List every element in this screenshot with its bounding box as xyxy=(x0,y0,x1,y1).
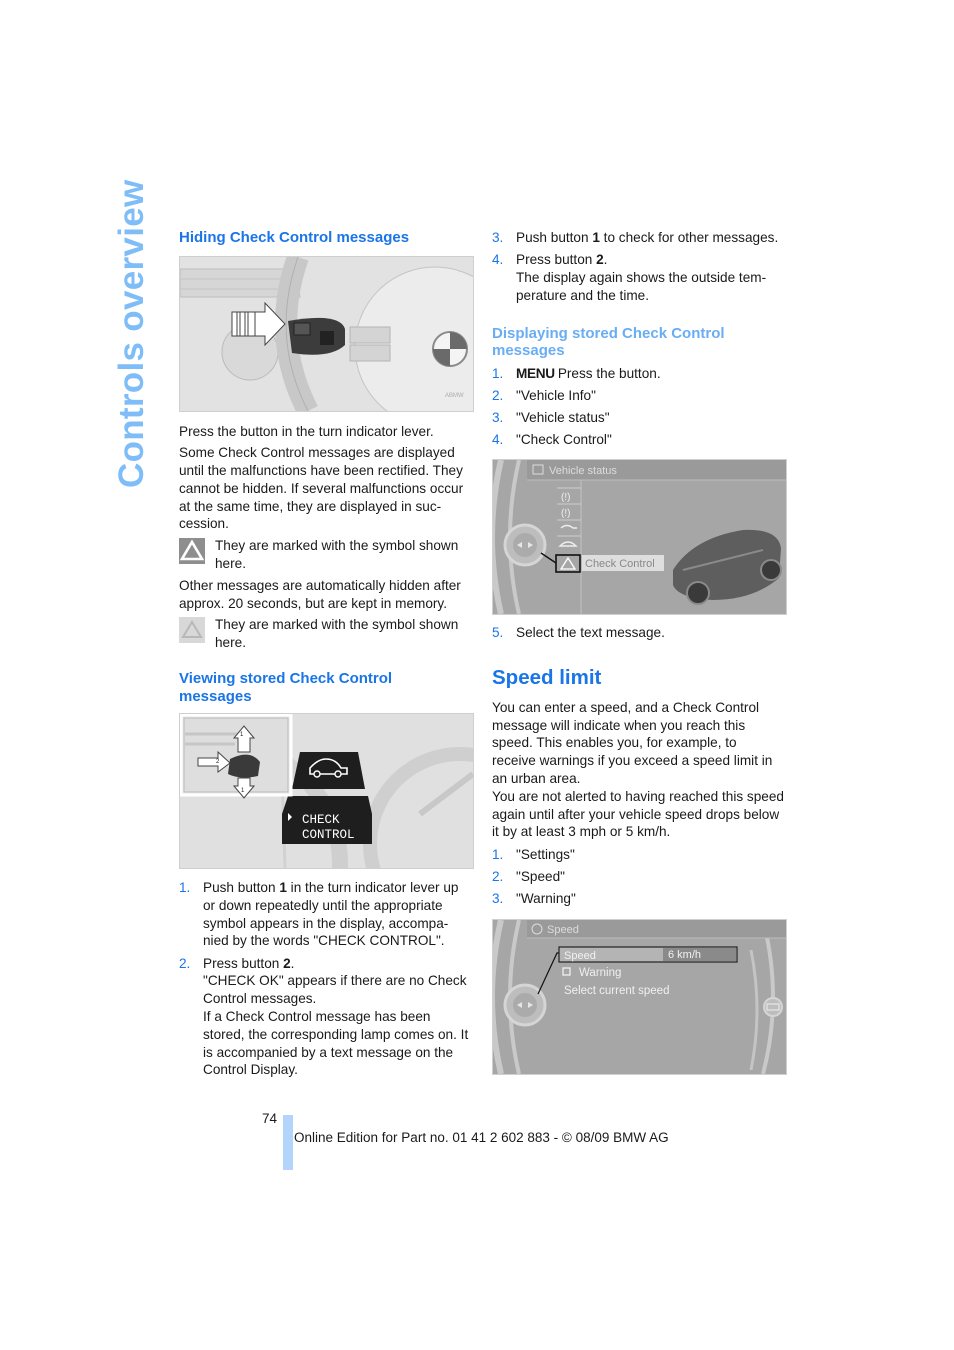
heading-speed-limit: Speed limit xyxy=(492,665,602,689)
para-speed-intro: You can enter a speed, and a Check Contr… xyxy=(492,699,773,786)
screen-warning-option: Warning xyxy=(579,967,621,979)
displaying-step5-list: 5. Select the text message. xyxy=(492,624,784,642)
svg-text:(!): (!) xyxy=(561,508,570,519)
button-ref: 1 xyxy=(592,230,600,245)
speed-step-2: 2. "Speed" xyxy=(492,868,784,886)
figure-speed-screen: Speed Speed 6 km/h Warning Select curren… xyxy=(492,919,787,1076)
screen-speed-label: Speed xyxy=(564,950,596,962)
step-number: 2. xyxy=(179,955,191,971)
page-number: 74 xyxy=(262,1111,278,1126)
step-text: Push button xyxy=(203,880,280,896)
symbol1-text: They are marked with the symbol shown he… xyxy=(215,538,459,572)
step-number: 1. xyxy=(179,880,191,896)
step-text: Press button xyxy=(516,252,597,268)
step-number: 3. xyxy=(492,409,504,425)
warning-triangle-light-icon xyxy=(179,617,205,644)
step-number: 4. xyxy=(492,432,504,448)
para-malfunctions: Some Check Control messages are displaye… xyxy=(179,445,464,532)
section-side-title: Controls overview xyxy=(112,179,151,488)
left-column: Hiding Check Control messages ABMW Press… xyxy=(179,229,474,1084)
figure-vehicle-status-screen: Vehicle status (!) (!) Check Control xyxy=(492,458,787,615)
speed-step-1: 1. "Settings" xyxy=(492,846,784,864)
step-text: "Vehicle Info" xyxy=(516,387,596,403)
menu-button-label: MENU xyxy=(516,365,555,381)
viewing-step-1: 1. Push button 1 in the turn indicator l… xyxy=(179,879,471,950)
step-text: to check for other messages. xyxy=(599,230,779,245)
displaying-step-1: 1. MENU Press the button. xyxy=(492,365,784,383)
step-text: Select the text message. xyxy=(516,624,665,640)
step-note: "CHECK OK" appears if there are no Check… xyxy=(203,973,467,1007)
continued-steps-list: 3. Push button 1 to check for other mess… xyxy=(492,229,784,305)
step-number: 3. xyxy=(492,230,504,245)
viewing-steps-list: 1. Push button 1 in the turn indicator l… xyxy=(179,879,471,1079)
figure-instrument-cluster: CHECK CONTROL 1 1 2 xyxy=(179,713,474,870)
heading-viewing-stored: Viewing stored Check Control messages xyxy=(179,670,393,705)
para-auto-hidden: Other messages are automatically hidden … xyxy=(179,577,461,611)
symbol-row-2: They are marked with the symbol shown he… xyxy=(179,616,471,652)
heading-displaying-stored: Displaying stored Check Control messages xyxy=(492,324,725,360)
step-text: Press button xyxy=(203,955,284,971)
displaying-step-2: 2. "Vehicle Info" xyxy=(492,387,784,405)
speed-step-3: 3. "Warning" xyxy=(492,890,784,908)
step-text: "Vehicle status" xyxy=(516,409,610,425)
screen-title-speed: Speed xyxy=(547,924,579,936)
right-column: 3. Push button 1 to check for other mess… xyxy=(492,229,787,1076)
step-number: 1. xyxy=(492,847,504,863)
screen-select-current-speed: Select current speed xyxy=(564,985,669,997)
para-speed-alert: You are not alerted to having reached th… xyxy=(492,788,784,840)
step-note: If a Check Control message has been stor… xyxy=(203,1009,469,1078)
display-control-text: CONTROL xyxy=(302,828,355,842)
step-number: 3. xyxy=(492,891,504,907)
step-text: "Speed" xyxy=(516,869,565,885)
step-text: "Warning" xyxy=(516,891,576,907)
svg-text:ABMW: ABMW xyxy=(445,393,464,399)
step-number: 1. xyxy=(492,365,504,381)
footer-edition-text: Online Edition for Part no. 01 41 2 602 … xyxy=(294,1130,669,1145)
continued-step-4: 4. Press button 2. The display again show… xyxy=(492,251,784,304)
speed-steps-list: 1. "Settings" 2. "Speed" 3. "Warning" xyxy=(492,846,784,908)
button-ref: 2 xyxy=(596,252,604,268)
symbol-row-1: They are marked with the symbol shown he… xyxy=(179,537,471,573)
displaying-step-3: 3. "Vehicle status" xyxy=(492,409,784,427)
caption-press-button: Press the button in the turn indicator l… xyxy=(179,423,434,439)
step-text: . xyxy=(603,252,608,268)
continued-step-3: 3. Push button 1 to check for other mess… xyxy=(492,229,784,247)
step-text: Push button xyxy=(516,230,593,245)
displaying-step-5: 5. Select the text message. xyxy=(492,624,784,642)
heading-hiding-check-control: Hiding Check Control messages xyxy=(179,229,410,246)
symbol2-text: They are marked with the symbol shown he… xyxy=(215,617,459,651)
step-text: "Settings" xyxy=(516,847,575,863)
screen-title-vehicle-status: Vehicle status xyxy=(549,465,617,477)
button-ref: 2 xyxy=(283,955,291,971)
screen-speed-value: 6 km/h xyxy=(668,949,701,961)
displaying-step-4: 4. "Check Control" xyxy=(492,431,784,449)
warning-triangle-dark-icon xyxy=(179,538,205,565)
step-note: The display again shows the outside tem-… xyxy=(516,269,767,303)
svg-text:(!): (!) xyxy=(561,492,570,503)
step-text: . xyxy=(290,955,295,971)
step-number: 2. xyxy=(492,869,504,885)
figure-steering-wheel-lever: ABMW xyxy=(179,255,474,412)
step-text: Press the button. xyxy=(557,365,661,381)
step-number: 2. xyxy=(492,387,504,403)
display-check-text: CHECK xyxy=(302,813,340,827)
step-text: "Check Control" xyxy=(516,432,612,448)
step-number: 5. xyxy=(492,624,504,640)
footer-accent-bar xyxy=(283,1115,293,1170)
screen-check-control-item: Check Control xyxy=(585,558,655,570)
viewing-step-2: 2. Press button 2. "CHECK OK" appears if … xyxy=(179,955,471,1080)
displaying-steps-list: 1. MENU Press the button. 2. "Vehicle Inf… xyxy=(492,365,784,449)
button-ref: 1 xyxy=(279,880,287,896)
step-number: 4. xyxy=(492,252,504,268)
